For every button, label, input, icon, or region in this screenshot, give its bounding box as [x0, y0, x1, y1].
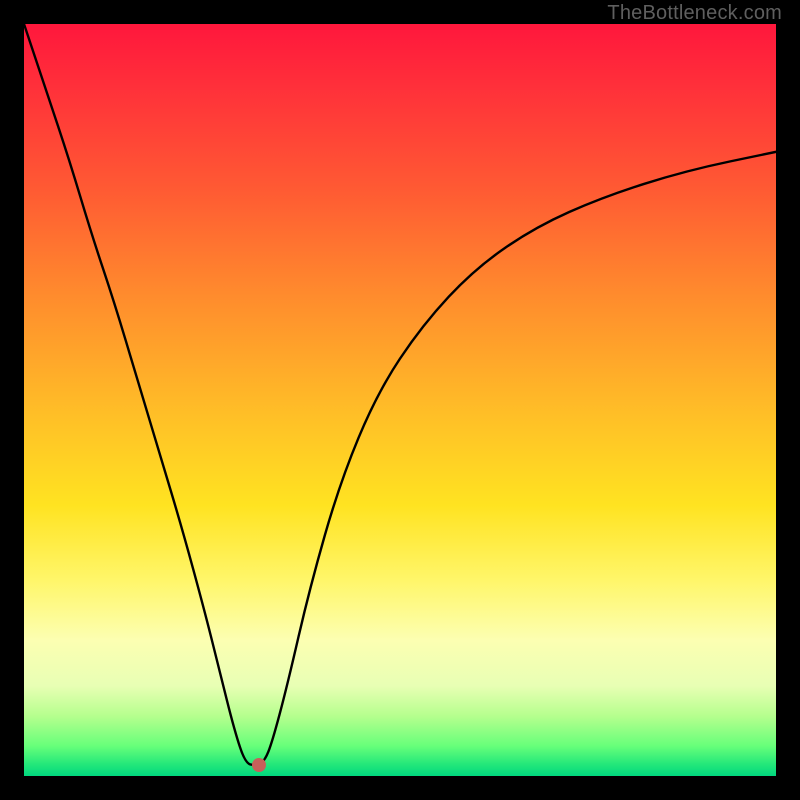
plot-area: [24, 24, 776, 776]
watermark-text: TheBottleneck.com: [607, 2, 782, 25]
bottleneck-curve: [24, 24, 776, 776]
optimum-marker: [252, 758, 266, 772]
chart-frame: TheBottleneck.com: [0, 0, 800, 800]
